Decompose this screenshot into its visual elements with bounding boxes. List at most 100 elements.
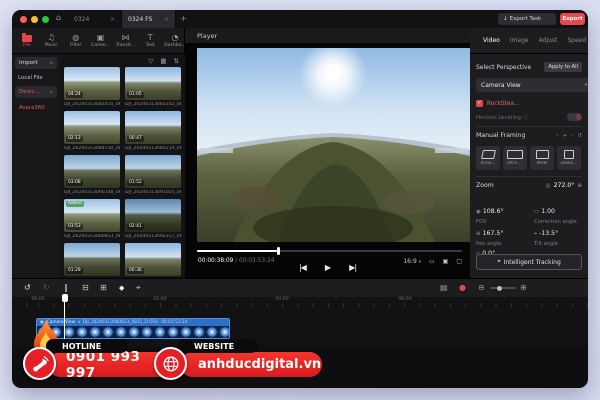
keyframe-add-icon[interactable]: +: [563, 133, 568, 139]
clip-header: ◉ Camera View ▾ DJI_20240313080813_0831_…: [37, 319, 229, 326]
apply-to-all-button[interactable]: Apply to All: [544, 62, 582, 72]
zoom-reset-icon[interactable]: ⊕: [577, 183, 582, 189]
correction-icon: ▭: [534, 209, 540, 215]
export-button[interactable]: Export: [560, 13, 585, 25]
tilt-angle-value[interactable]: ⌖ -13.5° Tilt angle: [534, 220, 582, 247]
previous-frame-button[interactable]: |◀: [299, 263, 307, 272]
tab-0324-fs[interactable]: 0324 FS ×: [122, 10, 176, 28]
close-tab-icon[interactable]: ×: [102, 16, 115, 23]
media-thumbnail[interactable]: Added 03:53: [64, 199, 120, 232]
media-thumbnail[interactable]: 01:52: [125, 155, 181, 188]
media-thumbnail[interactable]: 02:41: [125, 199, 181, 232]
timeline-zoom-out-icon[interactable]: ⊖: [478, 283, 485, 293]
close-tab-icon[interactable]: ×: [156, 16, 169, 23]
toolbar-camera[interactable]: ▣ Camer...: [91, 33, 110, 48]
import-header[interactable]: Import ∧: [15, 57, 57, 69]
progress-handle[interactable]: [276, 247, 280, 255]
tab-image[interactable]: Image: [510, 37, 529, 44]
playback-progress-bar[interactable]: [197, 247, 462, 255]
toolbar-transition[interactable]: ⋈ Transit...: [116, 33, 136, 48]
sort-icon[interactable]: ⇅: [174, 57, 179, 65]
progress-fill: [197, 250, 277, 252]
minimize-window-button[interactable]: [31, 16, 38, 23]
duration-badge: 03:08: [66, 180, 83, 186]
media-item: 01:29 DJI_20240313093406_0837_D.OSV: [64, 243, 120, 278]
media-thumbnail[interactable]: 00:36: [125, 243, 181, 276]
undo-icon[interactable]: ↺: [24, 283, 31, 293]
grid-view-icon[interactable]: ▦: [160, 57, 166, 65]
device-item[interactable]: Avara360: [19, 105, 45, 111]
target-icon[interactable]: ◎: [546, 183, 551, 189]
zoom-value[interactable]: 272.0°: [554, 182, 575, 189]
duration-badge: 02:41: [127, 224, 144, 230]
horizon-leveling-toggle[interactable]: [567, 113, 582, 121]
preset-label: Ultra ...: [506, 161, 524, 166]
trim-right-icon[interactable]: ⊞: [100, 283, 107, 293]
media-thumbnail[interactable]: 04:24: [64, 67, 120, 100]
aspect-ratio-select[interactable]: 16:9 ▾: [403, 258, 421, 265]
preset-action-button[interactable]: Actio...: [476, 146, 500, 170]
media-thumbnail[interactable]: 01:05: [125, 67, 181, 100]
media-thumbnail[interactable]: 03:08: [64, 155, 120, 188]
media-thumbnail[interactable]: 00:47: [125, 111, 181, 144]
preset-wide-button[interactable]: Wide: [530, 146, 554, 170]
timeline-zoom-slider[interactable]: [490, 285, 516, 291]
snapshot-icon[interactable]: ▣: [443, 258, 449, 265]
intelligent-tracking-button[interactable]: ⌖ Intelligent Tracking: [476, 254, 582, 270]
device-group-header[interactable]: Devic... ∧: [15, 86, 57, 98]
tab-label: 0324: [74, 15, 90, 23]
playhead-handle[interactable]: [61, 294, 68, 302]
timeline-ruler[interactable]: 00:00 02:00 04:00 06:00: [12, 297, 588, 307]
home-icon[interactable]: ⌂: [56, 13, 61, 22]
hotline-label-pill: HOTLINE: [46, 339, 128, 353]
website-url: anhducdigital.vn: [198, 357, 322, 372]
close-window-button[interactable]: [20, 16, 27, 23]
tab-adjust[interactable]: Adjust: [539, 37, 558, 44]
trim-left-icon[interactable]: ⊟: [82, 283, 89, 293]
redo-icon[interactable]: ↻: [43, 283, 50, 293]
filter-list-icon[interactable]: ▽: [148, 57, 153, 65]
keyframe-prev-icon[interactable]: ‹: [556, 133, 558, 139]
media-tools: ▽ ▦ ⇅: [148, 57, 179, 65]
video-preview[interactable]: [197, 40, 470, 250]
keyframe-next-icon[interactable]: ›: [571, 133, 573, 139]
slider-knob[interactable]: [497, 285, 502, 291]
export-task-icon: ↓: [503, 16, 508, 22]
toolbar-filter[interactable]: ◍ Filter: [67, 33, 85, 48]
play-button[interactable]: ▶: [325, 263, 331, 272]
tab-0324[interactable]: 0324 ×: [68, 10, 122, 28]
tracking-target-icon[interactable]: ⌖: [136, 283, 141, 293]
fullscreen-icon[interactable]: ▢: [456, 258, 462, 265]
media-filename: DJI_20240313080813_0831_D.OSV: [64, 234, 120, 239]
screen-view-icon[interactable]: ▭: [429, 258, 435, 265]
maximize-window-button[interactable]: [42, 16, 49, 23]
timeline-zoom-in-icon[interactable]: ⊕: [520, 283, 527, 293]
split-clip-icon[interactable]: ‖: [64, 283, 68, 293]
local-file-item[interactable]: Local File: [18, 75, 43, 81]
media-thumbnail[interactable]: 02:13: [64, 111, 120, 144]
media-thumbnail[interactable]: 01:29: [64, 243, 120, 276]
keyframe-icon[interactable]: ◆: [119, 283, 124, 293]
next-frame-button[interactable]: ▶|: [349, 263, 357, 272]
export-task-button[interactable]: ↓ Export Task: [498, 13, 556, 25]
new-tab-button[interactable]: +: [180, 14, 187, 23]
duration-badge: 01:29: [66, 268, 83, 274]
music-icon: ♫: [47, 33, 55, 42]
reset-icon[interactable]: ↺: [577, 133, 582, 139]
toolbar-music[interactable]: ♫ Music: [43, 33, 61, 48]
proxy-icon[interactable]: ▤: [440, 283, 448, 293]
record-keyframe-icon[interactable]: ●: [459, 283, 466, 293]
toolbar-dashboard[interactable]: ◔ Dashbo...: [164, 33, 186, 48]
tab-video[interactable]: Video: [483, 37, 500, 44]
tab-speed[interactable]: Speed: [567, 37, 586, 44]
toolbar-text[interactable]: T Text: [142, 33, 160, 48]
timeline-clip[interactable]: ◉ Camera View ▾ DJI_20240313080813_0831_…: [36, 318, 230, 339]
preset-dewarp-button[interactable]: Dewa...: [557, 146, 581, 170]
media-item: 01:05 DJI_20240313083102_0831_D.OSV: [125, 67, 181, 107]
clip-filename: DJI_20240313080813_0831_D.OSV: [82, 320, 159, 325]
stabilization-checkbox[interactable]: ✓: [476, 100, 483, 107]
toolbar-file[interactable]: File: [18, 33, 36, 48]
camera-view-select[interactable]: Camera View ▾: [476, 78, 588, 92]
hotline-label: HOTLINE: [62, 341, 102, 351]
preset-ultrawide-button[interactable]: Ultra ...: [503, 146, 527, 170]
